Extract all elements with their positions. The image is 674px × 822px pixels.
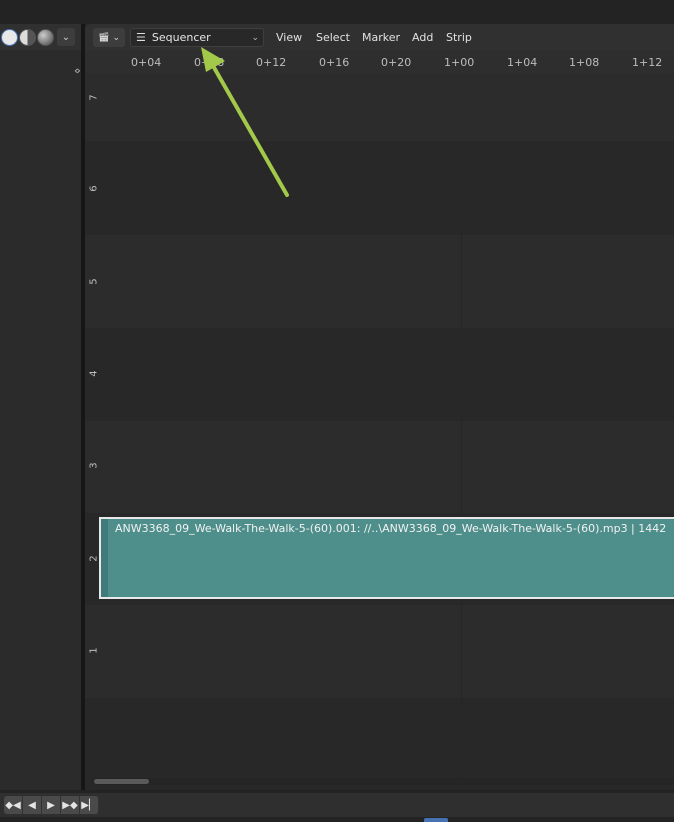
ruler-tick: 0+04: [131, 56, 162, 69]
channel-number: 3: [88, 462, 100, 469]
scrollbar-thumb[interactable]: [94, 779, 149, 784]
jump-end-icon[interactable]: ▶▏: [80, 796, 99, 814]
playback-controls: ◆◀ ◀ ▶ ▶◆ ▶▏: [4, 796, 99, 814]
ruler-tick: 1+04: [507, 56, 538, 69]
grid-line: [461, 141, 462, 786]
channel-row-7[interactable]: [85, 73, 674, 141]
left-editor-panel: [0, 24, 81, 790]
menu-view[interactable]: View: [276, 31, 302, 44]
channel-number: 6: [88, 185, 100, 192]
shading-dropdown[interactable]: ⌄: [57, 28, 75, 46]
view-type-label: Sequencer: [151, 31, 211, 44]
play-reverse-icon[interactable]: ◀: [23, 796, 42, 814]
ruler-tick: 0+12: [256, 56, 287, 69]
editor-type-button[interactable]: 🎬︎ ⌄: [93, 28, 125, 47]
strip-label: ANW3368_09_We-Walk-The-Walk-5-(60).001: …: [115, 522, 667, 535]
strip-left-handle[interactable]: [101, 519, 108, 597]
sound-strip[interactable]: ANW3368_09_We-Walk-The-Walk-5-(60).001: …: [99, 517, 674, 599]
menu-strip[interactable]: Strip: [446, 31, 472, 44]
view-type-dropdown[interactable]: ☰ Sequencer ⌄: [130, 28, 264, 47]
film-clapper-icon: 🎬︎: [98, 32, 110, 43]
active-tab-indicator: [424, 818, 448, 822]
jump-next-keyframe-icon[interactable]: ▶◆: [61, 796, 80, 814]
top-bar: [0, 0, 674, 24]
solid-shading-icon[interactable]: [1, 28, 18, 46]
viewport-shading-group: ⌄: [0, 28, 75, 46]
channel-number: 1: [88, 647, 100, 654]
channel-number: 4: [88, 370, 100, 377]
channel-row-6[interactable]: [85, 141, 674, 235]
channel-row-1[interactable]: [85, 605, 674, 698]
ruler-tick: 0+20: [381, 56, 412, 69]
sequencer-icon: ☰: [136, 31, 146, 44]
menu-marker[interactable]: Marker: [362, 31, 400, 44]
play-icon[interactable]: ▶: [42, 796, 61, 814]
chevron-down-icon: ⌄: [61, 31, 71, 43]
rendered-shading-icon[interactable]: [37, 28, 54, 46]
ruler-tick: 1+08: [569, 56, 600, 69]
timeline-header: [0, 793, 674, 817]
channel-row-4[interactable]: [85, 328, 674, 421]
collapse-toggle-icon[interactable]: ‹›: [74, 64, 81, 77]
menu-add[interactable]: Add: [412, 31, 433, 44]
channel-number: 2: [88, 555, 100, 562]
chevron-down-icon: ⌄: [251, 32, 259, 43]
ruler-tick: 1+00: [444, 56, 475, 69]
channel-row-5[interactable]: [85, 235, 674, 328]
menu-select[interactable]: Select: [316, 31, 350, 44]
scrollbar-track[interactable]: [92, 778, 674, 785]
channel-row-3[interactable]: [85, 421, 674, 513]
ruler-tick: 0+16: [319, 56, 350, 69]
ruler-tick: 1+12: [632, 56, 663, 69]
material-shading-icon[interactable]: [19, 28, 36, 46]
channel-number: 7: [88, 94, 100, 101]
channel-number: 5: [88, 278, 100, 285]
horizontal-scrollbar[interactable]: [85, 776, 674, 788]
channel-row-0[interactable]: [85, 698, 674, 776]
jump-start-icon[interactable]: ◆◀: [4, 796, 23, 814]
chevron-down-icon: ⌄: [112, 32, 120, 43]
ruler-tick: 0+08: [194, 56, 225, 69]
